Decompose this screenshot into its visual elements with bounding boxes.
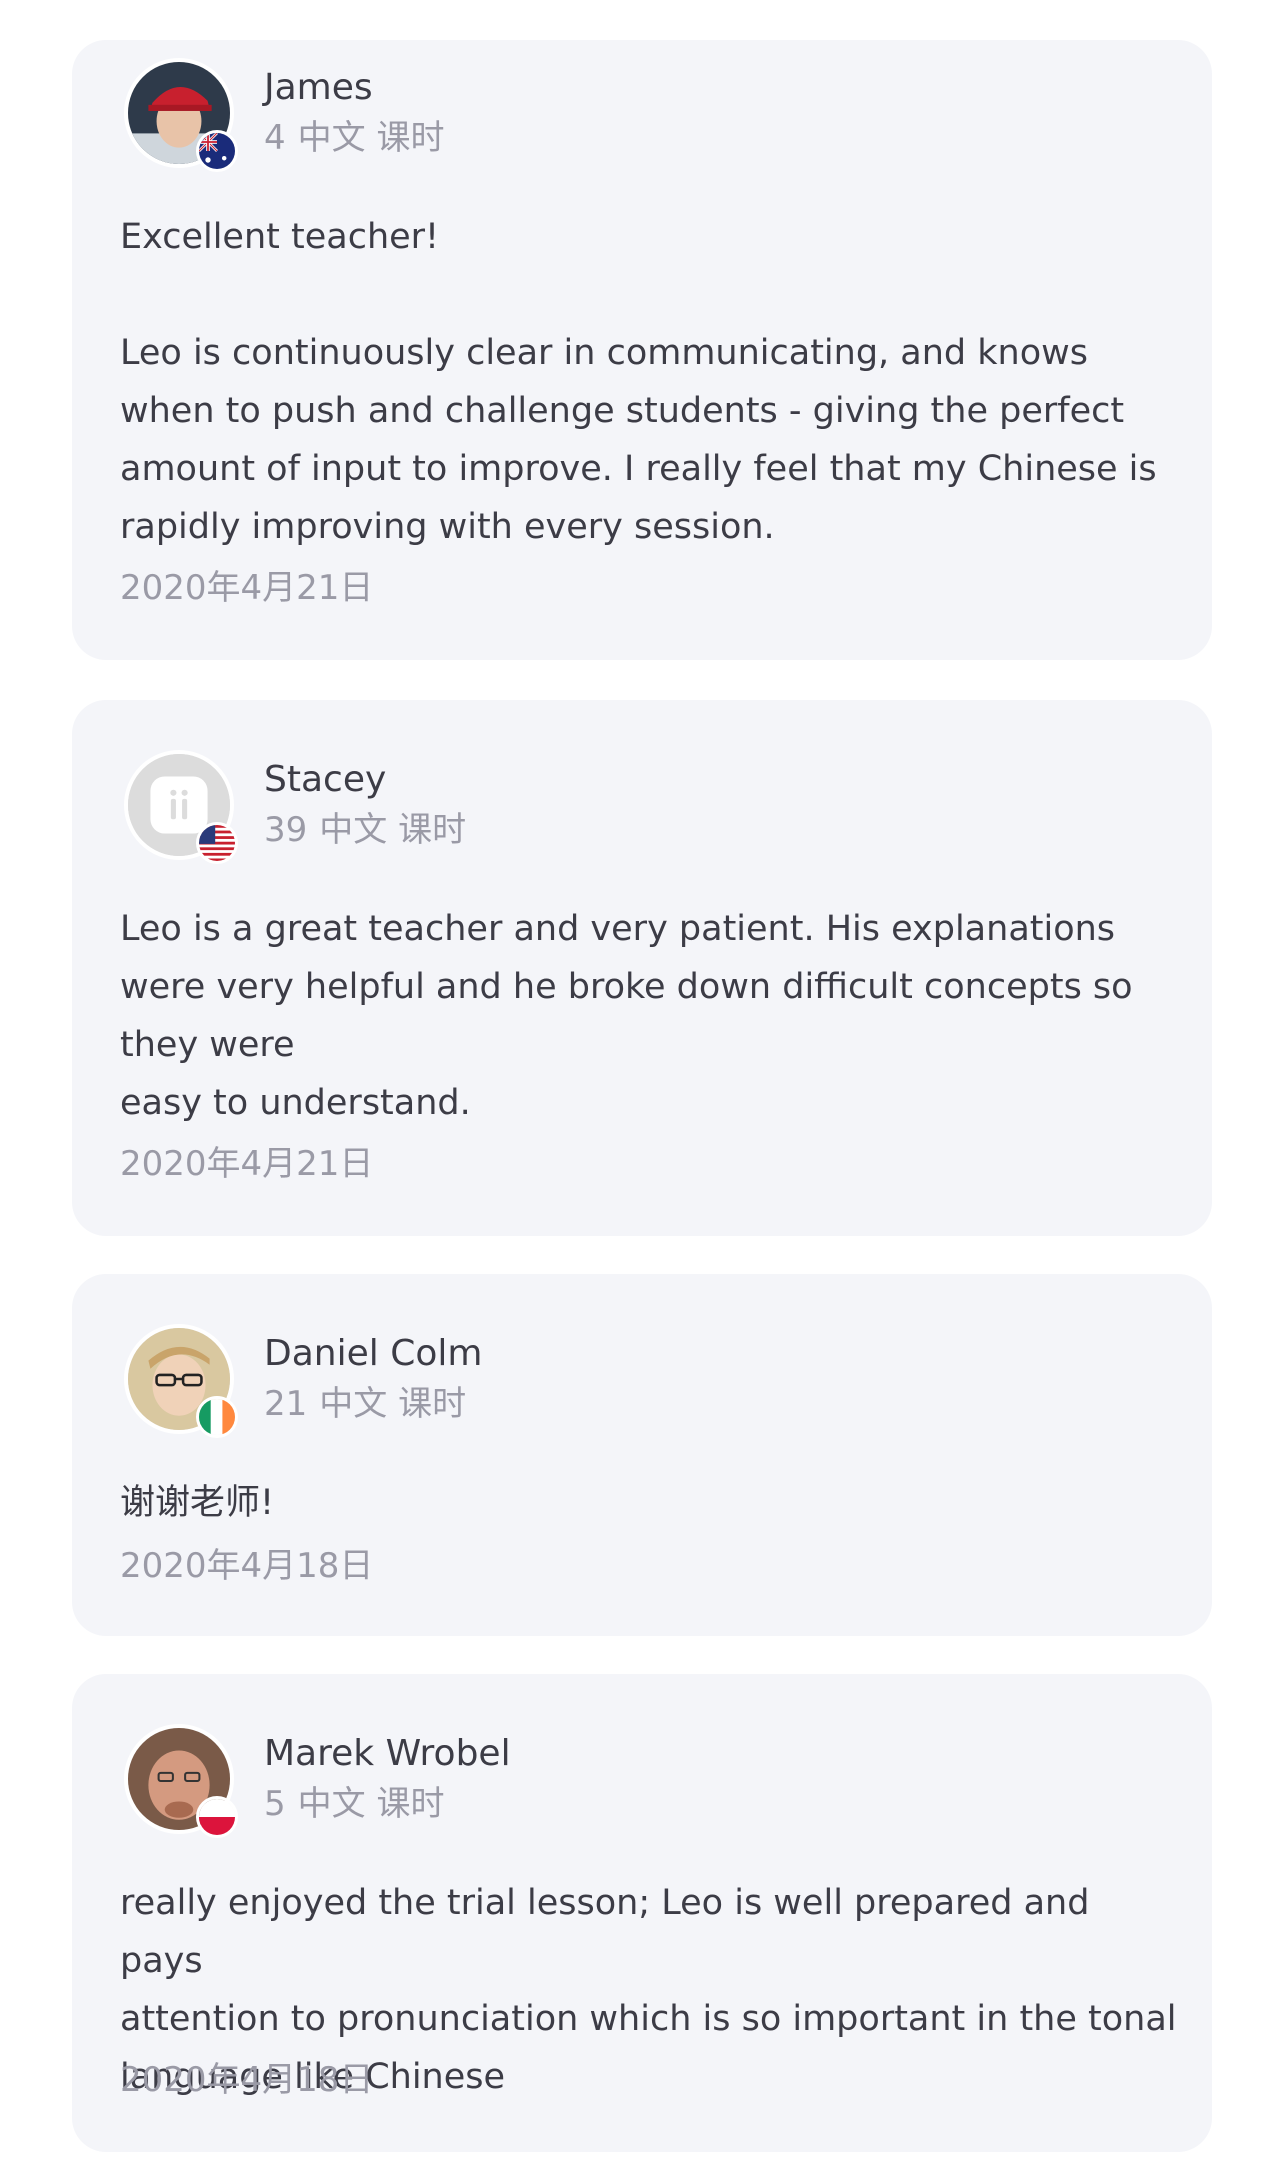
reviewer-name: Stacey [264,759,387,800]
reviewer-name: Marek Wrobel [264,1733,511,1774]
review-card: Stacey 39 中文 课时 Leo is a great teacher an… [72,700,1212,1236]
review-date: 2020年4月18日 [120,2060,374,2100]
united-states-flag-icon [196,822,238,864]
lesson-count: 39 中文 课时 [264,810,467,850]
review-card: Daniel Colm 21 中文 课时 谢谢老师! 2020年4月18日 [72,1274,1212,1636]
review-text: Excellent teacher! Leo is continuously c… [120,217,1157,547]
lesson-count: 21 中文 课时 [264,1384,467,1424]
lesson-count: 4 中文 课时 [264,118,445,158]
review-date: 2020年4月18日 [120,1546,374,1586]
review-date: 2020年4月21日 [120,1144,374,1184]
australia-flag-icon [196,130,238,172]
ireland-flag-icon [196,1396,238,1438]
reviewer-name: James [264,67,373,108]
lesson-count: 5 中文 课时 [264,1784,445,1824]
review-card: Marek Wrobel 5 中文 课时 really enjoyed the t… [72,1674,1212,2152]
review-text: 谢谢老师! [120,1483,275,1523]
review-card: James 4 中文 课时 Excellent teacher! Leo is c… [72,40,1212,660]
poland-flag-icon [196,1796,238,1838]
reviewer-name: Daniel Colm [264,1333,483,1374]
review-text: Leo is a great teacher and very patient.… [120,909,1133,1123]
review-date: 2020年4月21日 [120,568,374,608]
